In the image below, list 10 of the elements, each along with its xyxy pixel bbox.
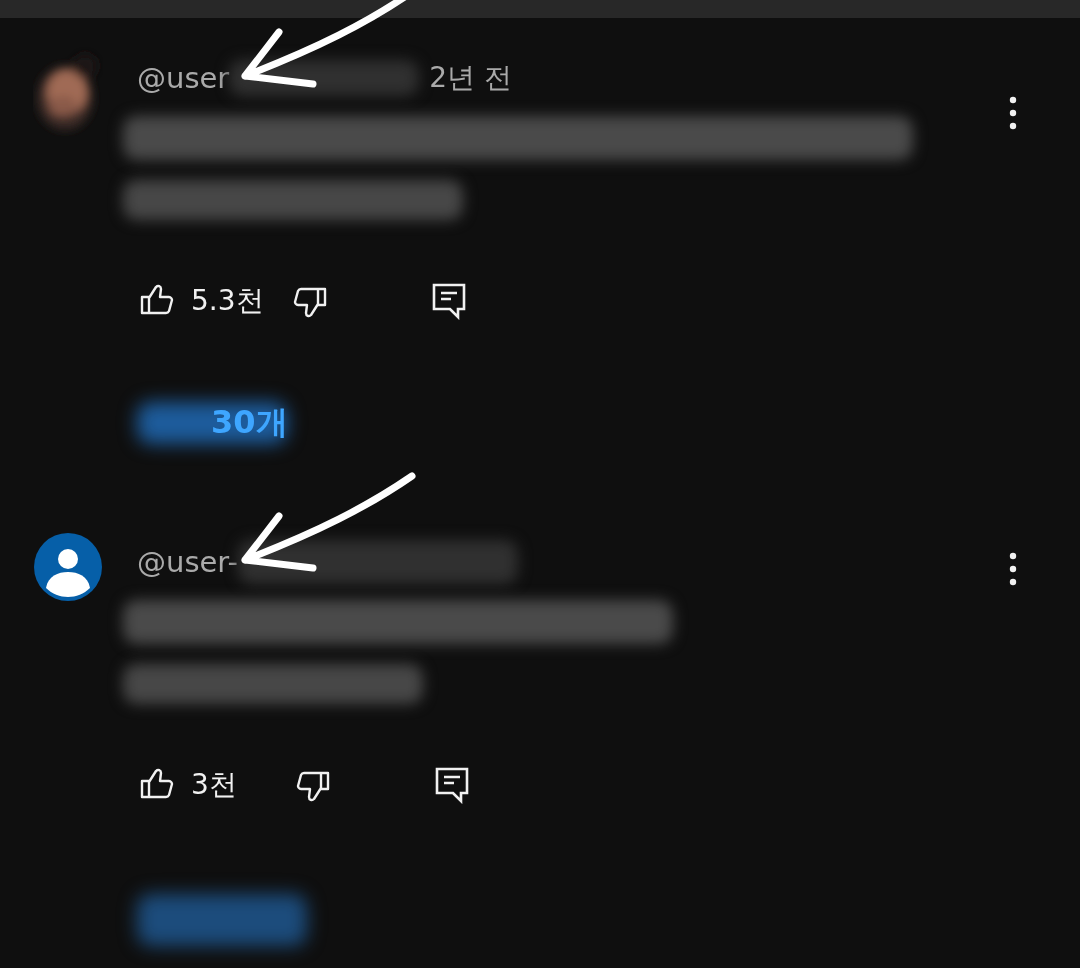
username[interactable]: @user-	[137, 545, 238, 579]
like-button[interactable]: 3천	[137, 765, 237, 805]
more-button[interactable]	[1009, 552, 1017, 586]
like-button[interactable]: 5.3천	[137, 281, 264, 321]
more-icon	[1009, 552, 1017, 586]
timestamp: 2년 전	[429, 60, 512, 96]
more-button[interactable]	[1009, 96, 1017, 130]
username[interactable]: @user	[137, 61, 230, 95]
avatar-icon	[33, 532, 103, 602]
more-icon	[1009, 96, 1017, 130]
